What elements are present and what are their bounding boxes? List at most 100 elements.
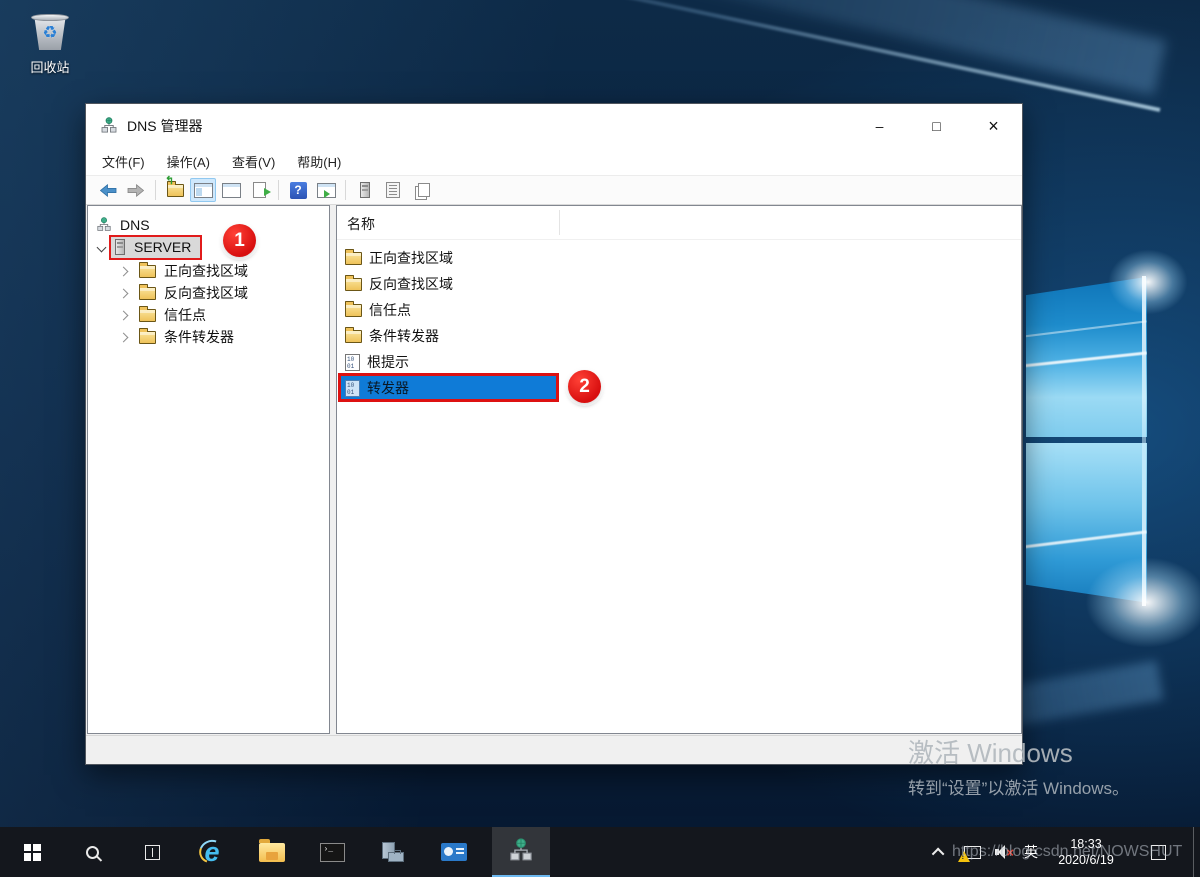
recycle-bin-label: 回收站: [14, 57, 86, 76]
tree-item-trust-points[interactable]: 信任点: [88, 304, 327, 326]
wallpaper-logo-bright-edge: [1142, 276, 1146, 606]
chevron-right-icon[interactable]: [119, 266, 129, 276]
window-titlebar: DNS 管理器 – □ ×: [86, 104, 1022, 148]
list-view-icon[interactable]: [380, 178, 406, 202]
column-header-name[interactable]: 名称: [347, 214, 375, 234]
internet-explorer-button[interactable]: e: [188, 827, 236, 877]
file-explorer-button[interactable]: [248, 827, 296, 877]
folder-icon: [139, 265, 156, 278]
wallpaper-windows-logo-top-pane: [1026, 272, 1147, 437]
chevron-right-icon[interactable]: [119, 332, 129, 342]
minimize-button[interactable]: –: [851, 104, 908, 148]
menu-view[interactable]: 查看(V): [221, 148, 286, 175]
toolbar-separator: [278, 180, 279, 200]
menu-file[interactable]: 文件(F): [91, 148, 156, 175]
desktop: ♻ 回收站 DNS 管理器 – □ × 文件(F) 操作(A) 查看(V): [0, 0, 1200, 877]
task-view-icon: [145, 845, 160, 860]
search-icon: [86, 846, 99, 859]
command-prompt-button[interactable]: ›_: [308, 827, 356, 877]
taskbar-clock[interactable]: 18:33 2020/6/19: [1044, 827, 1128, 877]
list-item-forwarders-selected[interactable]: 1001 转发器: [339, 375, 559, 401]
list-item-root-hints[interactable]: 1001 根提示: [339, 349, 409, 375]
console-tree-panel: DNS SERVER 正向查找区域 反向查找区域: [87, 205, 330, 734]
forward-icon[interactable]: [123, 178, 149, 202]
menu-action[interactable]: 操作(A): [156, 148, 221, 175]
ime-label: 英: [1024, 842, 1038, 862]
action-center-icon: [1151, 845, 1166, 860]
action-center-button[interactable]: [1142, 827, 1174, 877]
dns-manager-window: DNS 管理器 – □ × 文件(F) 操作(A) 查看(V) 帮助(H) ↰: [85, 103, 1023, 765]
close-button[interactable]: ×: [965, 104, 1022, 148]
ime-language-button[interactable]: 英: [1018, 827, 1044, 877]
zone-page-icon: 1001: [345, 354, 360, 371]
list-item-conditional-forwarders[interactable]: 条件转发器: [339, 323, 439, 349]
wallpaper-windows-logo-bottom-pane: [1026, 443, 1147, 606]
copy-icon[interactable]: [408, 178, 434, 202]
tree-item-conditional-forwarders[interactable]: 条件转发器: [88, 326, 327, 348]
network-status-button[interactable]: [956, 827, 988, 877]
chevron-right-icon[interactable]: [119, 310, 129, 320]
server-manager-icon: [380, 842, 404, 862]
new-window-icon[interactable]: [313, 178, 339, 202]
volume-button[interactable]: ×: [990, 827, 1018, 877]
dns-manager-taskbar-button[interactable]: [492, 827, 550, 877]
menu-bar: 文件(F) 操作(A) 查看(V) 帮助(H): [86, 148, 1022, 175]
show-desktop-button[interactable]: [1193, 827, 1200, 877]
tree-item-forward-lookup-zones[interactable]: 正向查找区域: [88, 260, 327, 282]
tree-item-reverse-lookup-zones[interactable]: 反向查找区域: [88, 282, 327, 304]
speaker-muted-icon: ×: [995, 845, 1013, 859]
tree-item-server[interactable]: SERVER: [88, 236, 327, 258]
server-status-icon[interactable]: [352, 178, 378, 202]
system-tools-button[interactable]: [430, 827, 478, 877]
tree-item-label: 信任点: [164, 305, 206, 325]
recycle-bin-icon: ♻: [28, 10, 72, 54]
dns-app-icon: [508, 838, 534, 864]
tree-item-label: 条件转发器: [164, 327, 234, 347]
results-list-panel: 名称 正向查找区域 反向查找区域 信任点 条件转发器 1001 根提示: [336, 205, 1022, 734]
tree-item-dns-root[interactable]: DNS: [88, 214, 327, 236]
activation-line-2: 转到“设置”以激活 Windows。: [908, 774, 1129, 799]
toolbar-separator: [155, 180, 156, 200]
chevron-down-icon[interactable]: [97, 242, 107, 252]
show-console-tree-icon[interactable]: [190, 178, 216, 202]
window-title: DNS 管理器: [127, 116, 202, 136]
recycle-bin-shortcut[interactable]: ♻ 回收站: [14, 10, 86, 76]
export-list-icon[interactable]: [246, 178, 272, 202]
tree-item-label: SERVER: [134, 239, 191, 255]
server-selected-highlight[interactable]: SERVER: [111, 237, 200, 258]
toolbar: ↰ ?: [86, 175, 1022, 205]
start-button[interactable]: [8, 827, 56, 877]
menu-help[interactable]: 帮助(H): [286, 148, 352, 175]
properties-icon[interactable]: [218, 178, 244, 202]
list-column-header[interactable]: 名称: [337, 206, 1021, 240]
column-divider[interactable]: [559, 210, 560, 235]
back-icon[interactable]: [95, 178, 121, 202]
wallpaper-light-beam: [277, 0, 1167, 95]
search-button[interactable]: [68, 827, 116, 877]
clock-date: 2020/6/19: [1044, 852, 1128, 868]
copy-pages-icon: [415, 183, 428, 198]
chevron-right-icon[interactable]: [119, 288, 129, 298]
list-item-reverse-lookup-zones[interactable]: 反向查找区域: [339, 271, 453, 297]
list-item-trust-points[interactable]: 信任点: [339, 297, 411, 323]
maximize-button[interactable]: □: [908, 104, 965, 148]
tree-item-label: DNS: [120, 217, 150, 233]
up-one-level-icon[interactable]: ↰: [162, 178, 188, 202]
chevron-up-icon: [931, 847, 944, 860]
dns-root-icon: [96, 217, 112, 233]
list-item-label: 条件转发器: [369, 326, 439, 346]
folder-icon: [139, 287, 156, 300]
network-warning-icon: [964, 846, 981, 859]
recycle-arrows-icon: ♻: [28, 23, 72, 43]
task-view-button[interactable]: [128, 827, 176, 877]
list-item-forward-lookup-zones[interactable]: 正向查找区域: [339, 245, 453, 271]
zone-page-icon: 1001: [345, 380, 360, 397]
wallpaper-light-beam: [348, 0, 1161, 112]
help-icon[interactable]: ?: [285, 178, 311, 202]
server-manager-button[interactable]: [368, 827, 416, 877]
show-hidden-icons-button[interactable]: [924, 827, 954, 877]
properties-window-icon: [222, 183, 241, 198]
tree-item-label: 正向查找区域: [164, 261, 248, 281]
internet-explorer-icon: e: [204, 839, 219, 866]
system-tools-icon: [441, 843, 467, 861]
